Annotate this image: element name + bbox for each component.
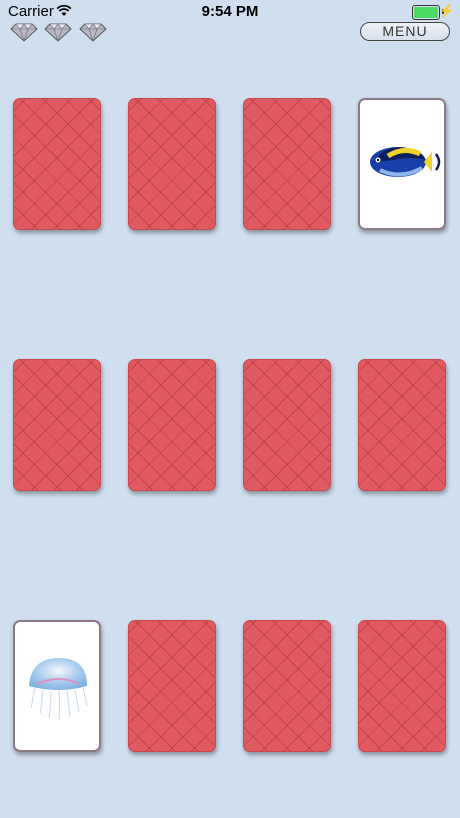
card-back[interactable] [13, 359, 101, 491]
menu-button[interactable]: MENU [360, 22, 450, 41]
card-back[interactable] [243, 620, 331, 752]
gem-counter [10, 22, 109, 44]
card-back[interactable] [243, 98, 331, 230]
card-face-jellyfish[interactable] [13, 620, 101, 752]
charging-icon: ⚡ [438, 3, 455, 18]
status-time: 9:54 PM [201, 3, 259, 20]
status-bar: Carrier 9:54 PM ⚡ [0, 0, 460, 24]
card-face-fish[interactable] [358, 98, 446, 230]
card-back[interactable] [13, 98, 101, 230]
card-back[interactable] [128, 620, 216, 752]
card-back[interactable] [358, 620, 446, 752]
card-back[interactable] [128, 98, 216, 230]
diamond-icon [10, 22, 38, 47]
battery-icon [412, 5, 440, 20]
card-back[interactable] [358, 359, 446, 491]
diamond-icon [44, 22, 73, 47]
jellyfish-icon [29, 658, 88, 721]
card-back[interactable] [243, 359, 331, 491]
fish-icon [370, 147, 441, 177]
card-back[interactable] [128, 359, 216, 491]
diamond-icon [79, 22, 107, 47]
